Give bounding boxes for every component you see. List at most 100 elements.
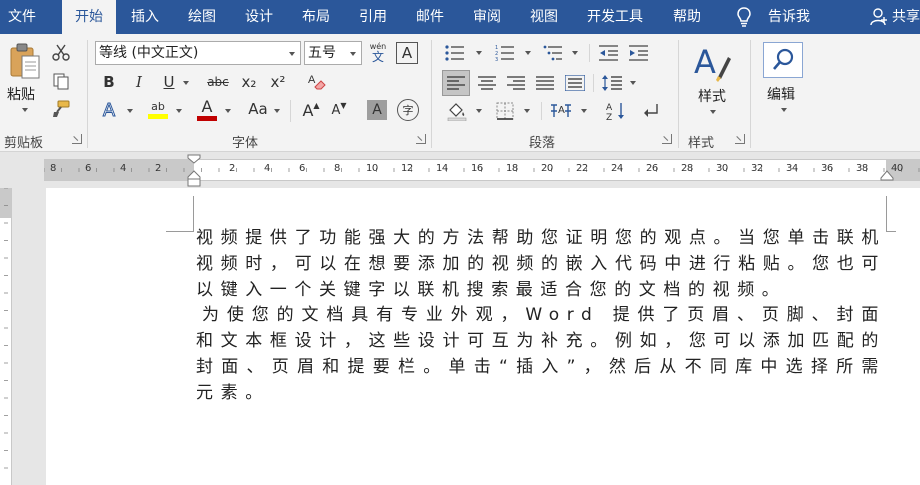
chinese-layout-button[interactable]: A bbox=[549, 98, 575, 124]
numbering-dropdown-icon[interactable] bbox=[525, 51, 531, 55]
strikethrough-button[interactable]: abc bbox=[203, 71, 233, 93]
highlight-button[interactable]: ab bbox=[145, 96, 171, 122]
grow-font-button[interactable]: A ▲ bbox=[299, 98, 323, 122]
shading-dropdown-icon[interactable] bbox=[476, 109, 482, 113]
increase-indent-icon bbox=[629, 45, 648, 61]
ruler-number: 12 bbox=[401, 163, 413, 174]
editing-dropdown-icon[interactable] bbox=[781, 108, 787, 112]
font-name-combobox[interactable]: 等线 (中文正文) bbox=[95, 41, 301, 65]
show-formatting-button[interactable] bbox=[639, 98, 663, 124]
shading-button[interactable] bbox=[444, 98, 470, 124]
clipboard-group-label: 剪贴板 bbox=[4, 136, 44, 151]
cut-button[interactable] bbox=[50, 42, 72, 64]
font-launcher-icon[interactable] bbox=[416, 134, 426, 144]
tab-layout[interactable]: 布局 bbox=[302, 0, 330, 34]
sort-button[interactable]: A Z bbox=[604, 98, 628, 124]
tab-references[interactable]: 引用 bbox=[359, 0, 387, 34]
align-right-button[interactable] bbox=[503, 70, 529, 96]
character-border-button[interactable]: A bbox=[396, 42, 418, 64]
document-body[interactable]: 视频提供了功能强大的方法帮助您证明您的观点。当您单击联机视频时，可以在想要添加的… bbox=[196, 226, 886, 407]
svg-text:Z: Z bbox=[606, 113, 612, 121]
increase-indent-button[interactable] bbox=[627, 42, 651, 64]
vertical-ruler[interactable] bbox=[0, 188, 12, 485]
font-color-button[interactable]: A bbox=[194, 96, 220, 122]
tab-help[interactable]: 帮助 bbox=[673, 0, 701, 34]
tab-draw[interactable]: 绘图 bbox=[188, 0, 216, 34]
right-indent-marker[interactable] bbox=[880, 169, 894, 181]
horizontal-ruler[interactable]: 8 6 4 2 2 4 6 8 10 12 14 16 18 20 22 24 … bbox=[44, 159, 920, 181]
tab-file[interactable]: 文件 bbox=[8, 0, 36, 34]
paragraph[interactable]: 视频提供了功能强大的方法帮助您证明您的观点。当您单击联机视频时，可以在想要添加的… bbox=[196, 226, 886, 303]
font-size-combobox[interactable]: 五号 bbox=[304, 41, 362, 65]
tab-insert[interactable]: 插入 bbox=[131, 0, 159, 34]
align-center-button[interactable] bbox=[474, 70, 500, 96]
underline-button[interactable]: U bbox=[157, 71, 181, 93]
svg-text:A: A bbox=[694, 43, 716, 81]
ruler-number: 8 bbox=[50, 163, 56, 174]
superscript-button[interactable]: x² bbox=[266, 71, 290, 93]
copy-button[interactable] bbox=[50, 70, 72, 92]
copy-icon bbox=[53, 73, 69, 90]
tab-view[interactable]: 视图 bbox=[530, 0, 558, 34]
align-right-icon bbox=[507, 76, 525, 90]
multilevel-list-dropdown-icon[interactable] bbox=[572, 51, 578, 55]
bullets-button[interactable] bbox=[443, 42, 467, 64]
format-painter-button[interactable] bbox=[50, 98, 72, 120]
clear-formatting-button[interactable]: A bbox=[305, 70, 329, 94]
subscript-button[interactable]: x₂ bbox=[237, 71, 261, 93]
change-case-button[interactable]: Aa bbox=[245, 98, 271, 120]
editing-label[interactable]: 编辑 bbox=[767, 84, 795, 104]
phonetic-guide-button[interactable]: wén 文 bbox=[366, 41, 390, 65]
styles-launcher-icon[interactable] bbox=[735, 134, 745, 144]
paragraph[interactable]: 为使您的文档具有专业外观，Word 提供了页眉、页脚、封面和文本框设计，这些设计… bbox=[196, 303, 886, 406]
text-effects-button[interactable]: A bbox=[97, 98, 121, 122]
italic-button[interactable]: I bbox=[127, 71, 151, 93]
enclose-characters-button[interactable]: 字 bbox=[397, 99, 419, 121]
hanging-indent-marker[interactable] bbox=[187, 169, 201, 187]
borders-button[interactable] bbox=[492, 98, 518, 124]
svg-text:A: A bbox=[606, 103, 613, 113]
decrease-indent-icon bbox=[599, 45, 618, 61]
paragraph-launcher-icon[interactable] bbox=[662, 134, 672, 144]
first-line-indent-marker[interactable] bbox=[187, 154, 201, 164]
borders-icon bbox=[496, 102, 514, 120]
justify-button[interactable] bbox=[532, 70, 558, 96]
styles-dropdown-icon[interactable] bbox=[710, 110, 716, 114]
highlight-dropdown-icon[interactable] bbox=[176, 109, 182, 113]
styles-gallery-button[interactable]: A bbox=[690, 42, 734, 84]
paste-label[interactable]: 粘贴 bbox=[7, 84, 35, 104]
borders-dropdown-icon[interactable] bbox=[524, 109, 530, 113]
tab-home[interactable]: 开始 bbox=[62, 0, 116, 34]
paste-dropdown-icon[interactable] bbox=[22, 108, 28, 112]
align-left-button[interactable] bbox=[442, 70, 470, 96]
line-spacing-button[interactable] bbox=[600, 70, 624, 96]
vertical-ruler-ticks bbox=[4, 188, 8, 469]
distributed-button[interactable] bbox=[562, 70, 588, 96]
decrease-indent-button[interactable] bbox=[597, 42, 621, 64]
tab-developer[interactable]: 开发工具 bbox=[587, 0, 643, 34]
tab-mailings[interactable]: 邮件 bbox=[416, 0, 444, 34]
bold-button[interactable]: B bbox=[97, 71, 121, 93]
multilevel-list-button[interactable] bbox=[541, 42, 565, 64]
line-spacing-dropdown-icon[interactable] bbox=[630, 81, 636, 85]
underline-dropdown-icon[interactable] bbox=[183, 81, 189, 85]
ruler-number: 6 bbox=[85, 163, 91, 174]
tab-design[interactable]: 设计 bbox=[245, 0, 273, 34]
change-case-dropdown-icon[interactable] bbox=[274, 109, 280, 113]
chinese-layout-dropdown-icon[interactable] bbox=[581, 109, 587, 113]
format-painter-icon bbox=[53, 100, 70, 117]
styles-label[interactable]: 样式 bbox=[698, 86, 726, 106]
share-label: 共享 bbox=[892, 9, 920, 25]
character-shading-button[interactable]: A bbox=[367, 100, 387, 120]
editing-button[interactable] bbox=[763, 42, 803, 78]
shrink-font-button[interactable]: A ▼ bbox=[327, 98, 351, 122]
ruler-number: 36 bbox=[821, 163, 833, 174]
text-effects-dropdown-icon[interactable] bbox=[127, 109, 133, 113]
bullets-dropdown-icon[interactable] bbox=[476, 51, 482, 55]
font-color-dropdown-icon[interactable] bbox=[225, 109, 231, 113]
numbering-button[interactable]: 1 2 3 bbox=[493, 42, 517, 64]
distributed-icon bbox=[565, 75, 585, 91]
clipboard-launcher-icon[interactable] bbox=[72, 134, 82, 144]
tab-review[interactable]: 审阅 bbox=[473, 0, 501, 34]
lightbulb-icon bbox=[737, 7, 751, 27]
